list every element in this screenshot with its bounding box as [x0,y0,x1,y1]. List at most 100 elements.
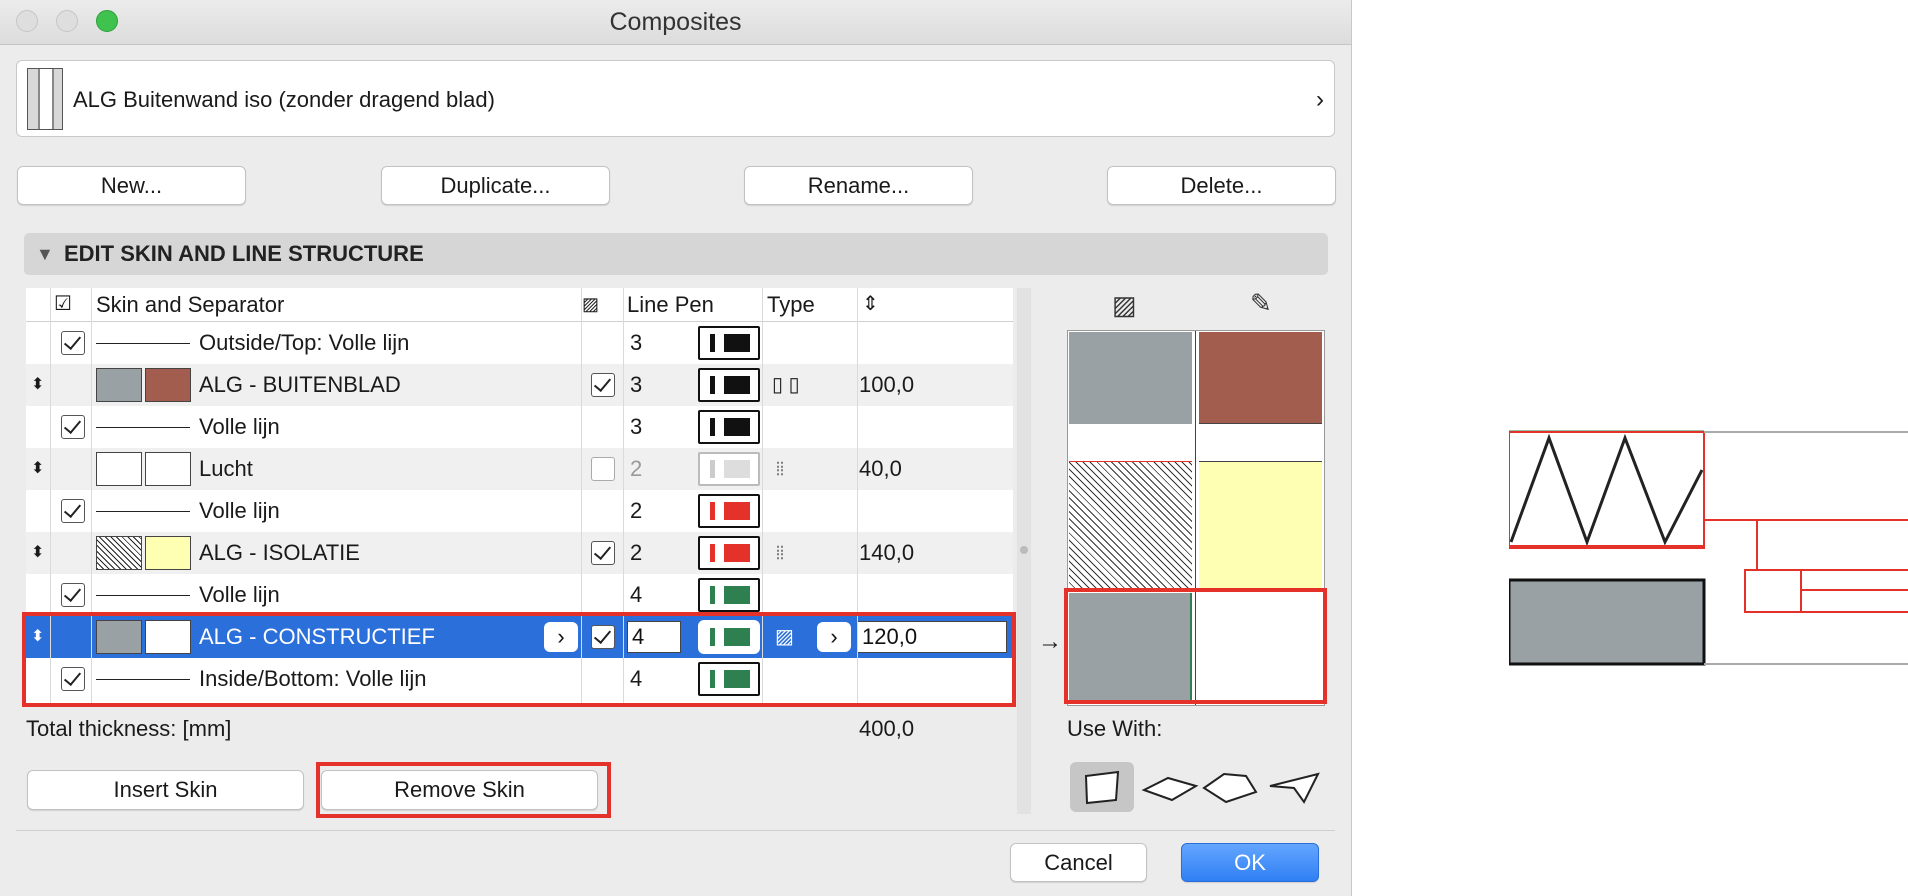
preview-divider [1199,423,1322,424]
surface-swatch[interactable] [145,368,191,402]
composites-dialog: Composites ALG Buitenwand iso (zonder dr… [0,0,1352,896]
fill-swatch[interactable] [96,536,142,570]
row-label: ALG - BUITENBLAD [199,372,401,397]
row-label: ALG - ISOLATIE [199,540,360,565]
slab-icon [1141,776,1199,802]
highlight-box [1064,588,1327,704]
fill-swatch[interactable] [96,452,142,486]
line-sample [96,595,190,596]
type-icon[interactable]: ⦙⦙ [776,532,784,574]
row-thickness: 140,0 [859,540,915,565]
pen-swatch[interactable] [698,578,760,612]
sort-handle-icon[interactable]: ⬍ [31,532,44,574]
check-column-icon: ☑ [54,293,72,315]
disclosure-triangle-icon[interactable]: ▼ [36,233,54,275]
duplicate-button[interactable]: Duplicate... [381,166,610,205]
ok-button[interactable]: OK [1181,843,1319,882]
window-title: Composites [609,8,742,36]
rename-button[interactable]: Rename... [744,166,973,205]
table-row[interactable]: Volle lijn 4 [26,574,1013,616]
pen-swatch[interactable] [698,452,760,486]
fill-preview-icon: ▨ [1112,290,1137,320]
row-thickness: 40,0 [859,456,902,481]
table-row[interactable]: ⬍ Lucht 2 ⦙⦙ 40,0 [26,448,1013,490]
use-with-label: Use With: [1067,716,1163,741]
hatch-checkbox[interactable] [591,373,615,397]
composite-selector[interactable]: ALG Buitenwand iso (zonder dragend blad)… [16,60,1335,137]
total-thickness-value: 400,0 [859,716,915,741]
use-with-wall-button[interactable] [1070,762,1134,812]
row-label: Volle lijn [199,498,280,523]
composite-name: ALG Buitenwand iso (zonder dragend blad) [73,87,495,112]
wall-section-drawing [1507,430,1908,670]
type-icon[interactable]: ▯ ▯ [772,364,800,406]
table-header: ☑ Skin and Separator ▨ Line Pen Type ⇕ [26,288,1013,322]
table-scrollbar[interactable] [1017,288,1031,814]
row-pen: 3 [630,414,643,439]
pen-swatch[interactable] [698,368,760,402]
pen-swatch[interactable] [698,494,760,528]
pen-swatch[interactable] [698,326,760,360]
chevron-right-icon: › [1316,86,1324,113]
table-row[interactable]: Outside/Top: Volle lijn 3 [26,322,1013,364]
title-bar: Composites [0,0,1351,45]
scroll-thumb[interactable] [1020,546,1028,554]
row-pen: 2 [630,498,643,523]
roof-icon [1202,772,1258,804]
row-pen: 2 [630,456,643,481]
row-checkbox[interactable] [61,415,85,439]
row-checkbox[interactable] [61,583,85,607]
fill-swatch[interactable] [96,368,142,402]
hatch-checkbox[interactable] [591,457,615,481]
line-sample [96,511,190,512]
use-with-shell-button[interactable] [1264,762,1328,812]
cancel-button[interactable]: Cancel [1010,843,1147,882]
row-label: Outside/Top: Volle lijn [199,330,410,355]
arrow-right-icon: → [1038,628,1062,655]
column-pen-header: Line Pen [627,292,714,317]
row-label: Volle lijn [199,582,280,607]
table-row[interactable]: Volle lijn 2 [26,490,1013,532]
row-checkbox[interactable] [61,499,85,523]
shell-icon [1269,772,1320,804]
row-pen: 3 [630,372,643,397]
table-row[interactable]: ⬍ ALG - BUITENBLAD 3 ▯ ▯ 100,0 [26,364,1013,406]
section-header[interactable]: ▼ EDIT SKIN AND LINE STRUCTURE [24,233,1328,275]
hatch-column-icon: ▨ [582,294,600,314]
composite-preview-icon [27,68,63,130]
surface-swatch[interactable] [145,536,191,570]
line-sample [96,427,190,428]
preview-surface [1199,332,1322,424]
line-sample [96,343,190,344]
type-icon[interactable]: ⦙⦙ [776,448,784,490]
total-thickness-label: Total thickness: [mm] [26,716,232,741]
column-type-header: Type [767,292,815,317]
sort-handle-icon[interactable]: ⬍ [31,448,44,490]
table-row[interactable]: ⬍ ALG - ISOLATIE 2 ⦙⦙ 140,0 [26,532,1013,574]
section-title: EDIT SKIN AND LINE STRUCTURE [64,241,424,266]
row-pen: 2 [630,540,643,565]
column-skin-header: Skin and Separator [96,292,285,317]
highlight-box [22,612,1016,707]
section-drawing-svg [1507,430,1908,666]
new-button[interactable]: New... [17,166,246,205]
preview-fill [1069,461,1192,590]
surface-swatch[interactable] [145,452,191,486]
pen-swatch[interactable] [698,536,760,570]
sort-handle-icon[interactable]: ⬍ [31,364,44,406]
brush-icon: ✎ [1250,288,1272,318]
preview-fill [1069,332,1192,424]
delete-button[interactable]: Delete... [1107,166,1336,205]
hatch-checkbox[interactable] [591,541,615,565]
use-with-roof-button[interactable] [1200,762,1264,812]
use-with-slab-button[interactable] [1138,762,1202,812]
insert-skin-button[interactable]: Insert Skin [27,770,304,810]
row-label: Volle lijn [199,414,280,439]
pen-swatch[interactable] [698,410,760,444]
table-row[interactable]: Volle lijn 3 [26,406,1013,448]
row-checkbox[interactable] [61,331,85,355]
wall-icon [1084,770,1120,805]
row-pen: 4 [630,582,643,607]
row-label: Lucht [199,456,253,481]
thickness-column-icon: ⇕ [862,293,879,315]
